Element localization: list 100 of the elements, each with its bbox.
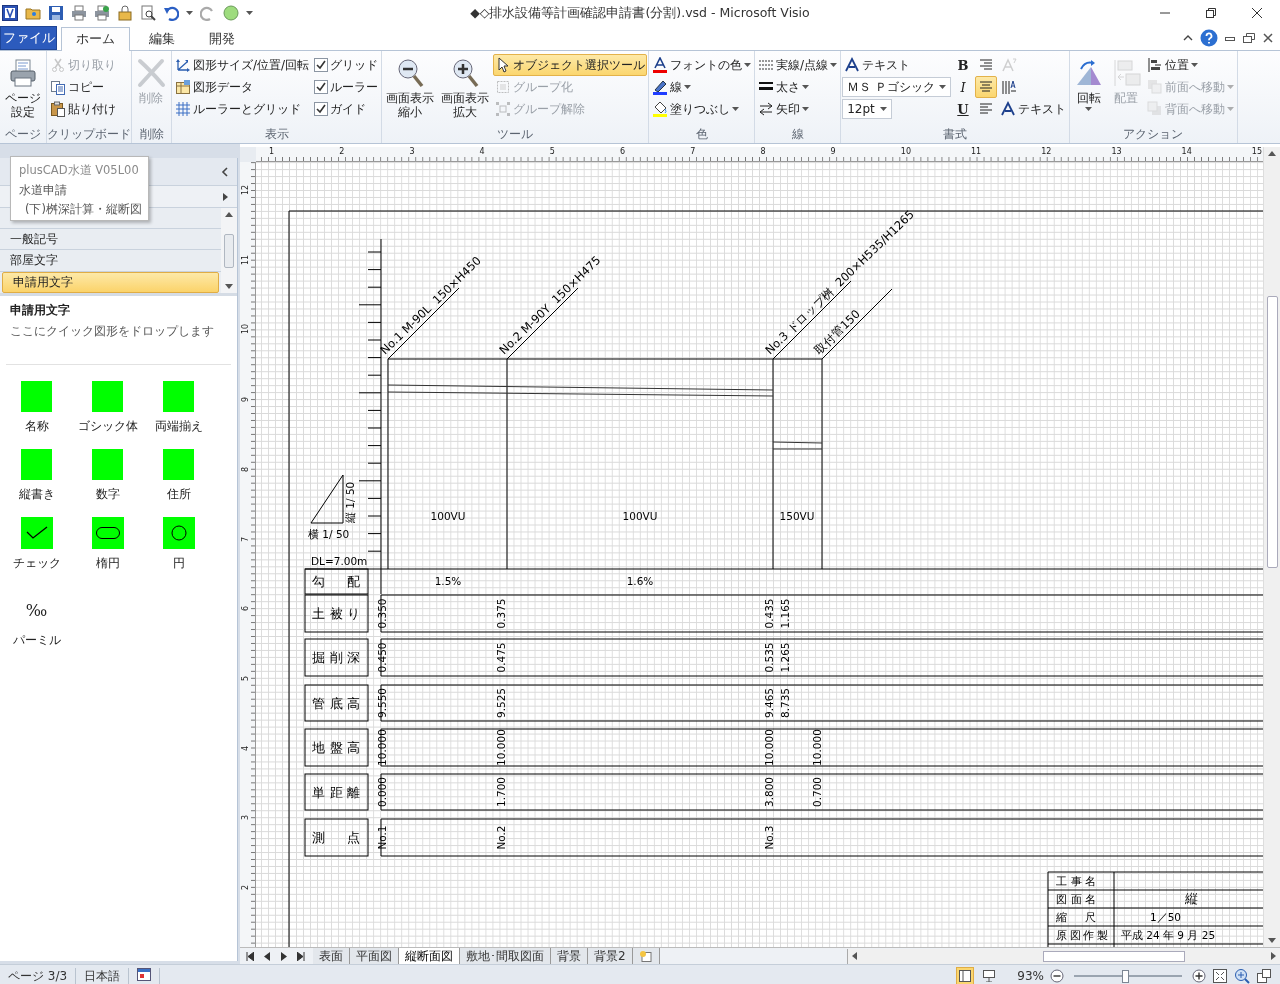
insert-page-tab[interactable] [632, 948, 660, 964]
horizontal-scrollbar[interactable] [847, 948, 1280, 964]
ribbon-button[interactable]: オブジェクト選択ツール [493, 54, 648, 76]
ribbon-tab[interactable]: 編集 [134, 27, 190, 50]
ribbon-button[interactable]: ルーラーとグリッド [173, 98, 312, 120]
ribbon-tab[interactable]: 開発 [194, 27, 250, 50]
checkbox[interactable]: ガイド [312, 98, 381, 120]
profile-value: 10.000 [811, 729, 823, 766]
dropdown-field[interactable]: ＭＳ Ｐゴシック [842, 77, 951, 97]
page-tab[interactable]: 平面図 [350, 948, 399, 964]
ribbon-button[interactable]: コピー [48, 76, 118, 98]
shape-label: 名称 [24, 418, 49, 435]
ribbon-button[interactable]: 図形サイズ/位置/回転 [173, 54, 312, 76]
printer-icon [94, 5, 110, 21]
language-indicator[interactable]: 日本語 [76, 968, 130, 984]
dropdown-field[interactable]: 12pt [842, 99, 893, 119]
menu-header: plusCAD水道 V05L00 [19, 162, 140, 179]
page-tab[interactable]: 敷地･間取図面 [460, 948, 551, 964]
format-button[interactable]: I [951, 76, 974, 98]
scroll-thumb[interactable] [224, 233, 234, 268]
page-tab[interactable]: 背景 [551, 948, 588, 964]
gradient-value: 1.6% [626, 575, 654, 587]
permille-symbol[interactable]: ‰ [25, 594, 48, 626]
ruler-number: 12 [241, 186, 250, 195]
folder-icon [25, 5, 41, 21]
profile-value: 9.550 [376, 687, 388, 719]
checkbox[interactable]: グリッド [312, 54, 381, 76]
scroll-left-icon [852, 952, 857, 960]
scroll-up-icon [225, 212, 233, 217]
scroll-thumb[interactable] [1266, 296, 1278, 568]
ribbon-tab[interactable]: ホーム [61, 27, 130, 51]
align-right-icon [977, 57, 994, 73]
format-button[interactable] [974, 76, 997, 98]
view-button[interactable] [956, 967, 974, 984]
ribbon-button[interactable]: ページ設定 [1, 54, 45, 124]
file-tab[interactable]: ファイル [0, 26, 57, 50]
ruler-number: 10 [900, 147, 911, 156]
ribbon-button[interactable]: 位置 [1144, 54, 1236, 76]
ribbon-button[interactable]: テキスト [997, 98, 1068, 120]
profile-value: No.3 [763, 825, 775, 850]
scroll-thumb[interactable] [1043, 950, 1185, 962]
shape-swatch[interactable] [21, 381, 52, 412]
clipboard-icon [50, 101, 66, 117]
ribbon-button[interactable]: 塗りつぶし [650, 98, 754, 120]
ruler-number: 7 [241, 535, 250, 544]
menu-item[interactable]: (下)桝深計算・縦断図 [19, 202, 142, 217]
page-tab[interactable]: 縦断面図 [399, 948, 460, 964]
shape-swatch[interactable] [163, 449, 194, 480]
caret-icon [1226, 84, 1234, 90]
title-block-label: 原図作製 [1056, 929, 1108, 941]
vertical-scrollbar[interactable] [221, 208, 237, 293]
stencil-item[interactable]: 部屋文字 [0, 250, 221, 272]
scroll-down-icon [225, 284, 233, 289]
ribbon-button[interactable]: 画面表示縮小 [383, 54, 438, 124]
format-button[interactable]: B [951, 54, 974, 76]
view-button[interactable] [980, 967, 998, 984]
ruler-number: 13 [1111, 147, 1122, 156]
shape-swatch[interactable] [92, 381, 123, 412]
page-tab[interactable]: 背景2 [588, 948, 633, 964]
ribbon-button[interactable]: 線 [650, 76, 754, 98]
caret-icon [830, 62, 838, 68]
page-tab[interactable]: 表面 [313, 948, 350, 964]
ruler-number: 11 [241, 255, 250, 265]
ribbon-button[interactable]: テキスト [842, 54, 951, 76]
letter-a-icon [999, 101, 1016, 117]
ribbon-button[interactable]: 図形データ [173, 76, 312, 98]
ribbon-button[interactable]: 画面表示拡大 [438, 54, 493, 124]
caret-icon [1190, 62, 1198, 68]
shape-swatch[interactable] [163, 381, 194, 412]
scale-label: 横 1/ 50 [308, 528, 350, 540]
ruler-number: 6 [241, 605, 250, 614]
stencil-item[interactable]: 申請用文字 [2, 271, 219, 293]
slider-thumb[interactable] [1121, 969, 1129, 983]
ribbon-button[interactable]: 実線/点線 [756, 54, 840, 76]
page-view-icon [959, 970, 971, 982]
checkbox[interactable]: ルーラー [312, 76, 381, 98]
ribbon-button[interactable]: 貼り付け [48, 98, 118, 120]
profile-value: 0.475 [495, 642, 507, 673]
bring-forward-icon [1146, 79, 1163, 95]
page-indicator[interactable]: ページ 3/3 [0, 968, 77, 984]
align-center-icon [977, 79, 994, 95]
shape-swatch[interactable] [92, 449, 123, 480]
align-left-icon [977, 101, 994, 117]
ribbon-button[interactable]: 矢印 [756, 98, 840, 120]
profile-value: 1.700 [495, 776, 507, 808]
pipe-label: 100VU [622, 510, 658, 522]
format-button[interactable]: U [951, 98, 974, 120]
help-icon [1200, 29, 1218, 47]
menu-item[interactable]: 水道申請 [19, 183, 142, 198]
ribbon-button[interactable]: フォントの色 [650, 54, 754, 76]
ribbon-button[interactable]: 回転 [1070, 54, 1107, 124]
checkbox-icon [314, 80, 329, 94]
scroll-down-icon [1268, 938, 1276, 943]
shape-swatch[interactable] [21, 449, 52, 480]
ribbon-button[interactable]: 太さ [756, 76, 840, 98]
arrows-icon [758, 101, 775, 117]
profile-value: 0.700 [811, 776, 823, 808]
vertical-scrollbar[interactable] [1263, 147, 1280, 947]
pen-icon [652, 79, 669, 95]
ruler-number: 3 [409, 147, 415, 156]
